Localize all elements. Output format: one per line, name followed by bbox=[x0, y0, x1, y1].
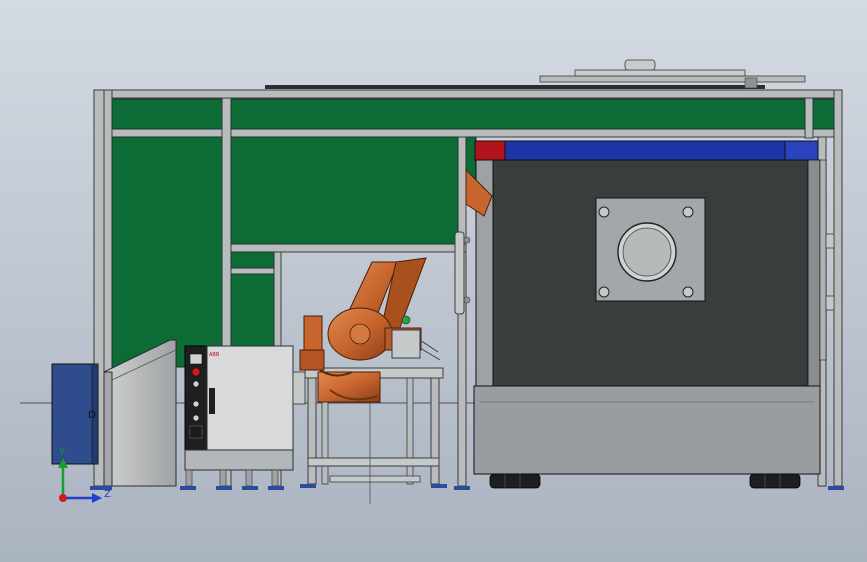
box-marker-label: D bbox=[88, 410, 96, 421]
controller-button[interactable] bbox=[192, 380, 200, 388]
controller-brand-label: ABB bbox=[209, 352, 220, 358]
z-axis-label: Z bbox=[104, 489, 111, 500]
door-handle[interactable] bbox=[454, 231, 465, 315]
robot-controller[interactable]: ABB bbox=[184, 345, 306, 487]
y-axis-label: Y bbox=[58, 447, 66, 458]
controller-button[interactable] bbox=[192, 414, 200, 422]
controller-button[interactable] bbox=[192, 400, 200, 408]
cad-drawing[interactable]: D ABB Y Z bbox=[0, 0, 867, 562]
cad-viewport[interactable]: D ABB Y Z bbox=[0, 0, 867, 562]
machine-tool[interactable] bbox=[473, 140, 835, 489]
emergency-stop-button[interactable] bbox=[191, 367, 201, 377]
